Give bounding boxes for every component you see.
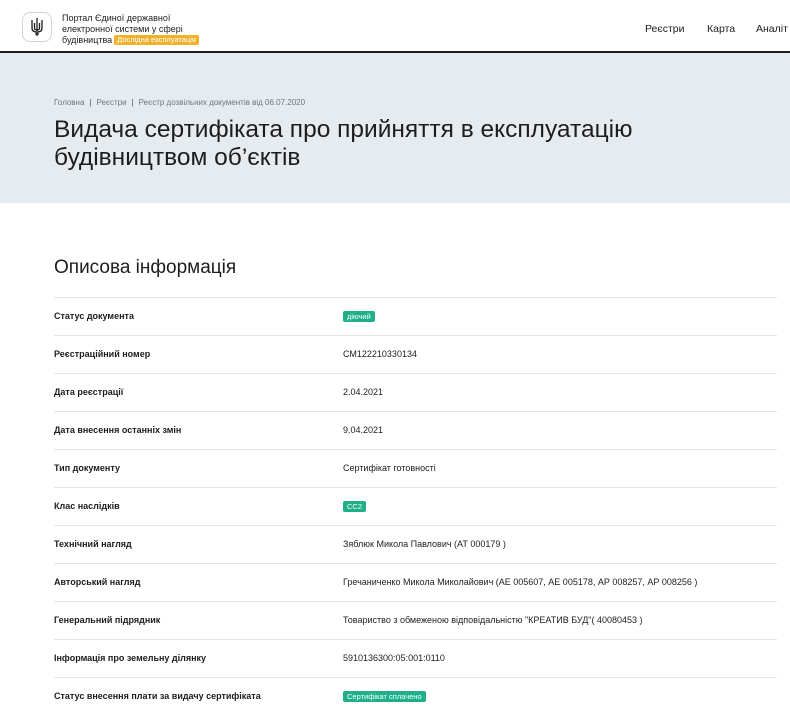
info-table: Статус документа діючий Реєстраційний но… [54, 297, 777, 715]
breadcrumb-current[interactable]: Реєстр дозвільних документів від 06.07.2… [139, 98, 305, 107]
table-row: Статус документа діючий [54, 297, 777, 335]
row-label: Статус документа [54, 311, 134, 321]
row-label: Дата реєстрації [54, 387, 124, 397]
table-row: Реєстраційний номер СМ122210330134 [54, 335, 777, 373]
breadcrumb-registries[interactable]: Реєстри [96, 98, 126, 107]
row-value: 9.04.2021 [343, 425, 384, 435]
row-label: Тип документу [54, 463, 120, 473]
nav-link-analytics[interactable]: Аналіт [756, 23, 788, 35]
row-label: Дата внесення останніх змін [54, 425, 182, 435]
row-label: Генеральний підрядник [54, 615, 161, 625]
table-row: Технічний нагляд Зяблюк Микола Павлович … [54, 525, 777, 563]
table-row: Інформація про земельну ділянку 59101363… [54, 639, 777, 677]
breadcrumb-home[interactable]: Головна [54, 98, 84, 107]
row-label: Статус внесення плати за видачу сертифік… [54, 691, 261, 701]
payment-status-badge: Сертифікат сплачено [343, 691, 426, 702]
row-label: Інформація про земельну ділянку [54, 653, 207, 663]
row-value: СМ122210330134 [343, 349, 417, 359]
portal-name-line-2: електронної системи у сфері [62, 24, 183, 34]
table-row: Статус внесення плати за видачу сертифік… [54, 677, 777, 715]
table-row: Дата реєстрації 2.04.2021 [54, 373, 777, 411]
table-row: Дата внесення останніх змін 9.04.2021 [54, 411, 777, 449]
page-title: Видача сертифіката про прийняття в експл… [54, 116, 790, 172]
table-row: Тип документу Сертифікат готовності [54, 449, 777, 487]
row-label: Авторський нагляд [54, 577, 141, 587]
row-label: Технічний нагляд [54, 539, 132, 549]
table-row: Генеральний підрядник Товариство з обмеж… [54, 601, 777, 639]
breadcrumb-separator: | [131, 98, 134, 107]
portal-name-line-1: Портал Єдиної державної [62, 13, 171, 23]
top-header: Портал Єдиної державної електронної сист… [0, 0, 790, 53]
status-badge: діючий [343, 311, 375, 322]
row-label: Реєстраційний номер [54, 349, 151, 359]
page-title-line-2: будівництвом об’єктів [54, 144, 301, 171]
breadcrumb: Головна | Реєстри | Реєстр дозвільних докуме… [54, 98, 305, 107]
row-value: Зяблюк Микола Павлович (АТ 000179 ) [343, 539, 506, 549]
row-value: 2.04.2021 [343, 387, 384, 397]
row-value: Сертифікат готовності [343, 463, 436, 473]
row-value: Товариство з обмеженою відповідальністю … [343, 615, 643, 625]
page-hero: Головна | Реєстри | Реєстр дозвільних докуме… [0, 53, 790, 203]
row-value: 5910136300:05:001:0110 [343, 653, 445, 663]
portal-name[interactable]: Портал Єдиної державної електронної сист… [62, 13, 237, 46]
breadcrumb-separator: | [89, 98, 92, 107]
row-label: Клас наслідків [54, 501, 120, 511]
nav-link-map[interactable]: Карта [707, 23, 735, 35]
nav-link-registries[interactable]: Реєстри [645, 23, 685, 35]
row-value: Гречаниченко Микола Миколайович (АЕ 0056… [343, 577, 698, 587]
section-title: Описова інформація [54, 257, 237, 278]
trident-logo-icon[interactable] [22, 12, 52, 42]
table-row: Авторський нагляд Гречаниченко Микола Ми… [54, 563, 777, 601]
consequence-class-badge: СС2 [343, 501, 367, 512]
page-title-line-1: Видача сертифіката про прийняття в експл… [54, 116, 633, 143]
table-row: Клас наслідків СС2 [54, 487, 777, 525]
pilot-operation-badge: Дослідна експлуатація [114, 35, 199, 45]
portal-name-line-3: будівництва [62, 35, 113, 45]
